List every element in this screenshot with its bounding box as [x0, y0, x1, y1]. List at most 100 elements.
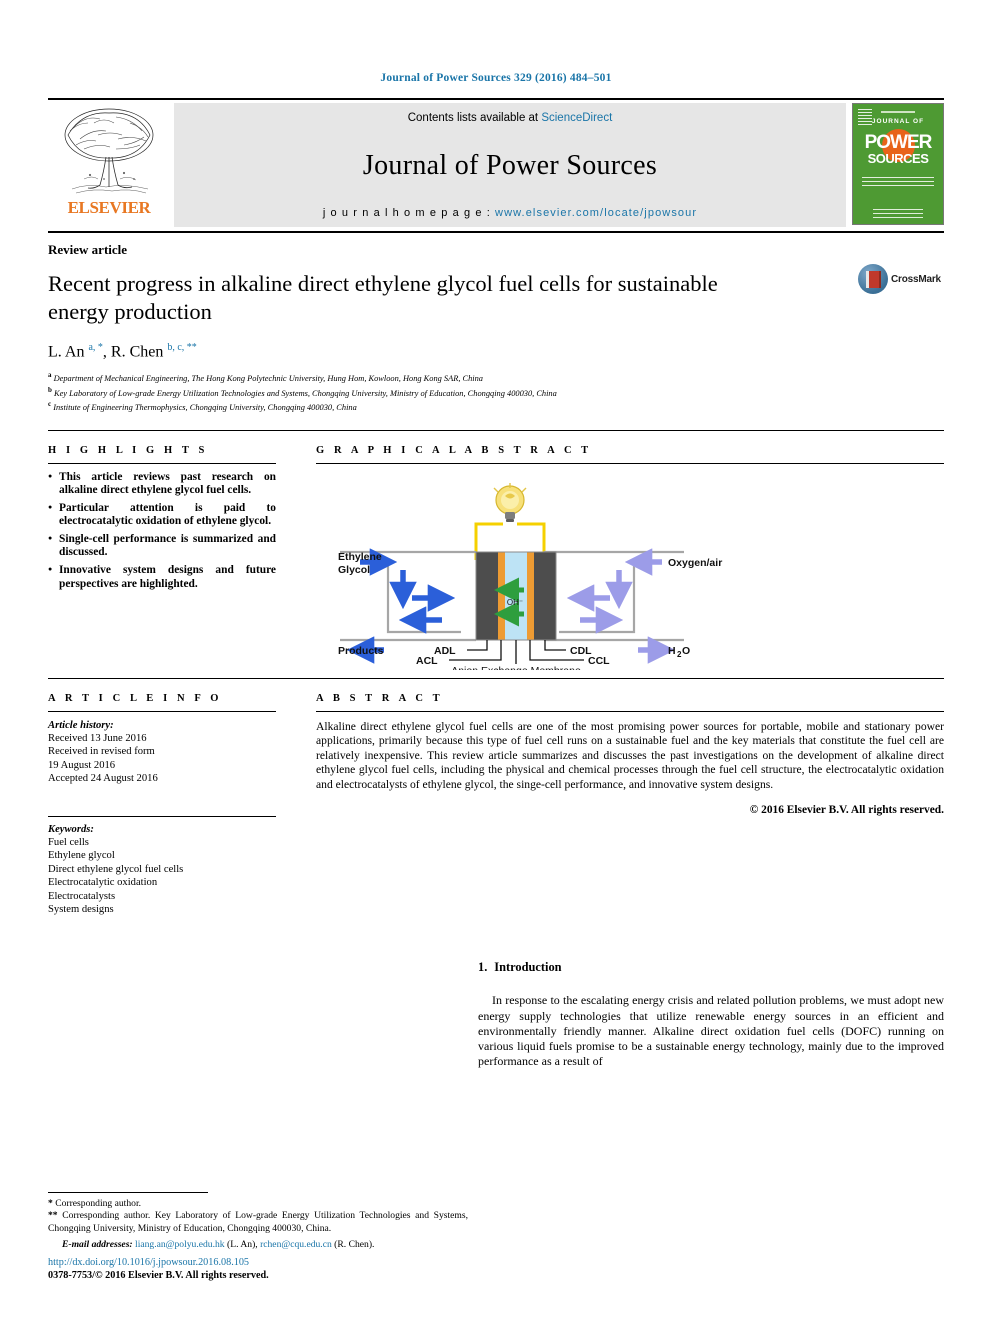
article-history-label: Article history: — [48, 719, 114, 731]
anode-diffusion-layer — [476, 551, 498, 640]
membrane-label: Anion Exchange Membrane — [451, 665, 581, 670]
highlight-item: Single-cell performance is summarized an… — [48, 532, 276, 560]
cathode-diffusion-layer — [534, 551, 556, 640]
masthead-top-rule — [48, 98, 944, 100]
oxygen-air-label: Oxygen/air — [668, 557, 722, 569]
keyword-item: Electrocatalytic oxidation — [48, 877, 158, 889]
abstract-copyright: © 2016 Elsevier B.V. All rights reserved… — [749, 804, 944, 817]
article-page: Journal of Power Sources 329 (2016) 484–… — [0, 0, 992, 1323]
highlights-list: This article reviews past research on al… — [48, 469, 276, 592]
fuel-cell-schematic: OH⁻ Ethylene Glycol Products Oxygen/air … — [316, 474, 876, 677]
article-type-label: Review article — [48, 242, 128, 257]
hydroxide-ion-label: OH⁻ — [507, 598, 523, 607]
page-title: Recent progress in alkaline direct ethyl… — [48, 271, 718, 324]
article-info-rule — [48, 710, 276, 712]
graphical-abstract-column: G R A P H I C A L A B S T R A C T OH⁻ Et… — [294, 431, 944, 677]
cover-blurb-lines — [862, 177, 934, 189]
abstract-text: Alkaline direct ethylene glycol fuel cel… — [316, 719, 944, 791]
journal-masthead: ELSEVIER Contents lists available at Sci… — [48, 98, 944, 233]
journal-homepage-line: j o u r n a l h o m e p a g e : www.else… — [323, 207, 697, 219]
keyword-item: Ethylene glycol — [48, 850, 115, 862]
elsevier-logo: ELSEVIER — [48, 103, 170, 227]
keywords-block: Keywords: Fuel cells Ethylene glycol Direct… — [48, 815, 276, 917]
cathode-catalyst-layer — [527, 551, 534, 640]
body-column-left — [48, 960, 478, 1069]
article-info-column: A R T I C L E I N F O Article history: Re… — [48, 679, 294, 917]
masthead-panel: Contents lists available at ScienceDirec… — [174, 103, 846, 227]
corresponding-mark-2: ** — [48, 1210, 58, 1222]
body-columns: 1. Introduction In response to the escala… — [48, 960, 944, 1069]
ethylene-label: Ethylene — [338, 551, 382, 563]
doi-link[interactable]: http://dx.doi.org/10.1016/j.jpowsour.201… — [48, 1257, 468, 1268]
journal-title: Journal of Power Sources — [362, 149, 658, 181]
email-owner-2: (R. Chen). — [334, 1238, 375, 1250]
keyword-item: Electrocatalysts — [48, 890, 116, 902]
keyword-item: Fuel cells — [48, 836, 89, 848]
keywords-list: Keywords: Fuel cells Ethylene glycol Direct… — [48, 823, 276, 917]
corresponding-author-1: * Corresponding author. — [48, 1198, 468, 1210]
anode-catalyst-layer — [498, 551, 505, 640]
keyword-item: Direct ethylene glycol fuel cells — [48, 863, 184, 875]
cover-elsevier-mark-icon — [858, 109, 872, 125]
article-history-line: Received in revised form — [48, 746, 155, 758]
corresponding-text-1: Corresponding author. — [55, 1198, 142, 1210]
keywords-label: Keywords: — [48, 823, 94, 835]
svg-text:O: O — [682, 645, 690, 657]
ccl-label: CCL — [588, 655, 610, 667]
acl-label: ACL — [416, 655, 438, 667]
corresponding-author-2: ** Corresponding author. Key Laboratory … — [48, 1210, 468, 1234]
sciencedirect-link[interactable]: ScienceDirect — [541, 112, 612, 124]
abstract-rule — [316, 710, 944, 712]
footnote-rule — [48, 1192, 208, 1194]
abstract-column: A B S T R A C T Alkaline direct ethylene… — [294, 679, 944, 917]
email-link-1[interactable]: liang.an@polyu.edu.hk — [135, 1239, 225, 1250]
corresponding-text-2: Corresponding author. Key Laboratory of … — [48, 1210, 468, 1234]
homepage-label: j o u r n a l h o m e p a g e : — [322, 207, 496, 219]
graphical-abstract-rule — [316, 462, 944, 464]
highlight-item: Particular attention is paid to electroc… — [48, 501, 276, 529]
email-addresses: E-mail addresses: liang.an@polyu.edu.hk … — [48, 1239, 468, 1251]
highlights-column: H I G H L I G H T S This article reviews… — [48, 431, 294, 670]
introduction-heading: 1. Introduction — [478, 960, 944, 975]
body-column-right: 1. Introduction In response to the escala… — [478, 960, 944, 1069]
elsevier-tree-icon — [64, 108, 154, 194]
glycol-label: Glycol — [338, 564, 370, 576]
highlights-rule — [48, 462, 276, 464]
footnote-block: * Corresponding author. ** Corresponding… — [48, 1192, 468, 1251]
keyword-item: System designs — [48, 903, 114, 915]
contents-available-line: Contents lists available at ScienceDirec… — [408, 112, 613, 124]
products-label: Products — [338, 645, 384, 657]
introduction-number: 1. — [478, 960, 488, 975]
article-history-line: 19 August 2016 — [48, 759, 116, 771]
water-label: H — [668, 645, 676, 657]
keywords-rule — [48, 815, 276, 817]
author-list: L. An a, *, R. Chen b, c, ** — [48, 342, 197, 361]
elsevier-wordmark: ELSEVIER — [67, 198, 151, 217]
doi-block: http://dx.doi.org/10.1016/j.jpowsour.201… — [48, 1257, 468, 1281]
email-link-2[interactable]: rchen@cqu.edu.cn — [260, 1239, 332, 1250]
introduction-paragraph: In response to the escalating energy cri… — [478, 993, 944, 1069]
affiliation-c: c Institute of Engineering Thermophysics… — [48, 400, 357, 412]
masthead-bottom-rule — [48, 231, 944, 233]
crossmark-badge[interactable]: CrossMark — [858, 264, 944, 294]
journal-cover-thumbnail: JOURNAL OF POWER SOURCES — [852, 103, 944, 227]
affiliation-list: a Department of Mechanical Engineering, … — [48, 370, 944, 413]
highlights-heading: H I G H L I G H T S — [48, 444, 208, 456]
articleinfo-abstract-row: A R T I C L E I N F O Article history: Re… — [48, 679, 944, 917]
graphical-abstract-heading: G R A P H I C A L A B S T R A C T — [316, 444, 592, 456]
cover-top-rule — [881, 111, 915, 113]
highlight-item: Innovative system designs and future per… — [48, 563, 276, 591]
article-history-line: Received 13 June 2016 — [48, 732, 147, 744]
cover-footer-lines — [873, 209, 923, 218]
issn-copyright: 0378-7753/© 2016 Elsevier B.V. All right… — [48, 1270, 269, 1281]
highlights-graphical-row: H I G H L I G H T S This article reviews… — [48, 431, 944, 677]
email-label: E-mail addresses: — [62, 1238, 133, 1250]
title-block: Review article Recent progress in alkali… — [48, 242, 944, 414]
corresponding-mark-1: * — [48, 1198, 53, 1210]
crossmark-icon — [858, 264, 888, 294]
cover-journal-of-label: JOURNAL OF — [871, 118, 925, 125]
light-bulb-icon — [493, 482, 527, 522]
affiliation-b: b Key Laboratory of Low-grade Energy Uti… — [48, 385, 557, 398]
crossmark-label: CrossMark — [891, 273, 941, 285]
homepage-link[interactable]: www.elsevier.com/locate/jpowsour — [495, 207, 697, 219]
